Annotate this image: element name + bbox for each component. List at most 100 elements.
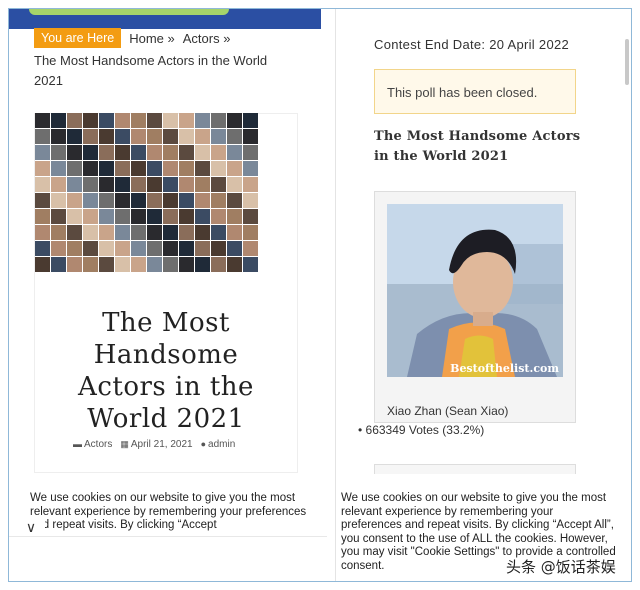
collage-tile [163, 113, 178, 128]
collage-tile [179, 177, 194, 192]
collage-tile [195, 209, 210, 224]
collage-tile [35, 209, 50, 224]
collage-tile [35, 161, 50, 176]
collage-tile [131, 257, 146, 272]
collage-tile [35, 241, 50, 256]
candidate-name: Xiao Zhan (Sean Xiao) [387, 404, 509, 418]
collage-tile [211, 145, 226, 160]
collage-tile [83, 225, 98, 240]
date-meta: ▦ April 21, 2021 [120, 439, 192, 450]
collage-tile [115, 129, 130, 144]
collage-tile [67, 225, 82, 240]
scrollbar-thumb[interactable] [625, 39, 629, 85]
collage-tile [99, 129, 114, 144]
collage-tile [179, 161, 194, 176]
collage-tile [179, 241, 194, 256]
post-title[interactable]: The Most Handsome Actors in the World 20… [49, 307, 283, 435]
collage-tile [51, 113, 66, 128]
cookie-banner-left: We use cookies on our website to give yo… [9, 474, 327, 581]
collage-tile [35, 225, 50, 240]
collage-tile [131, 145, 146, 160]
collage-tile [227, 129, 242, 144]
cookie-banner-footer [9, 536, 327, 581]
breadcrumb-actors-link[interactable]: Actors » [183, 31, 231, 46]
collage-tile [195, 129, 210, 144]
breadcrumb-current: The Most Handsome Actors in the World 20… [34, 53, 268, 88]
collage-tile [83, 177, 98, 192]
category-link[interactable]: Actors [84, 439, 112, 450]
collage-tile [243, 225, 258, 240]
collage-tile [163, 257, 178, 272]
cookie-text-left: We use cookies on our website to give yo… [30, 492, 307, 531]
collage-tile [163, 177, 178, 192]
collage-tile [147, 113, 162, 128]
collage-tile [243, 145, 258, 160]
collage-tile [131, 161, 146, 176]
collage-tile [227, 209, 242, 224]
collage-tile [179, 209, 194, 224]
collage-tile [195, 241, 210, 256]
collage-tile [227, 241, 242, 256]
chevron-down-icon[interactable]: ∨ [17, 517, 45, 537]
collage-tile [51, 209, 66, 224]
collage-tile [163, 161, 178, 176]
collage-tile [163, 225, 178, 240]
author-link[interactable]: admin [208, 439, 235, 450]
collage-tile [243, 161, 258, 176]
category-meta[interactable]: ▬ Actors [73, 439, 112, 450]
collage-tile [163, 145, 178, 160]
collage-tile [227, 225, 242, 240]
collage-tile [67, 161, 82, 176]
collage-tile [163, 241, 178, 256]
collage-tile [147, 241, 162, 256]
actors-collage-image[interactable] [35, 113, 259, 273]
collage-tile [115, 241, 130, 256]
contest-end-date: Contest End Date: 20 April 2022 [374, 37, 570, 52]
collage-tile [243, 177, 258, 192]
author-meta[interactable]: ● admin [201, 439, 236, 450]
collage-tile [83, 161, 98, 176]
main-column: You are Here Home » Actors » The Most Ha… [9, 9, 327, 581]
collage-tile [211, 225, 226, 240]
collage-tile [243, 113, 258, 128]
collage-tile [195, 145, 210, 160]
breadcrumb-home-link[interactable]: Home » [129, 31, 175, 46]
collage-tile [243, 129, 258, 144]
collage-tile [147, 225, 162, 240]
collage-tile [179, 257, 194, 272]
collage-tile [147, 209, 162, 224]
collage-tile [35, 145, 50, 160]
collage-tile [243, 193, 258, 208]
collage-tile [211, 113, 226, 128]
candidate-votes: • 663349 Votes (33.2%) [358, 423, 485, 437]
collage-tile [227, 145, 242, 160]
collage-tile [179, 145, 194, 160]
collage-tile [99, 193, 114, 208]
poll-title: The Most Handsome Actors in the World 20… [374, 129, 581, 164]
collage-tile [131, 193, 146, 208]
header-accent [29, 9, 229, 15]
collage-tile [51, 257, 66, 272]
collage-tile [195, 113, 210, 128]
collage-tile [67, 241, 82, 256]
collage-tile [67, 257, 82, 272]
calendar-icon: ▦ [120, 439, 129, 449]
collage-tile [147, 145, 162, 160]
collage-tile [147, 177, 162, 192]
collage-tile [99, 145, 114, 160]
collage-tile [99, 241, 114, 256]
collage-tile [67, 177, 82, 192]
collage-tile [99, 209, 114, 224]
collage-tile [211, 129, 226, 144]
collage-tile [99, 225, 114, 240]
collage-tile [211, 177, 226, 192]
post-meta: ▬ Actors ▦ April 21, 2021 ● admin [73, 439, 235, 450]
collage-tile [35, 113, 50, 128]
collage-tile [179, 225, 194, 240]
candidate-photo[interactable]: Bestofthelist.com [387, 204, 563, 377]
collage-tile [83, 257, 98, 272]
collage-tile [67, 129, 82, 144]
collage-tile [83, 145, 98, 160]
collage-tile [115, 225, 130, 240]
collage-tile [131, 225, 146, 240]
